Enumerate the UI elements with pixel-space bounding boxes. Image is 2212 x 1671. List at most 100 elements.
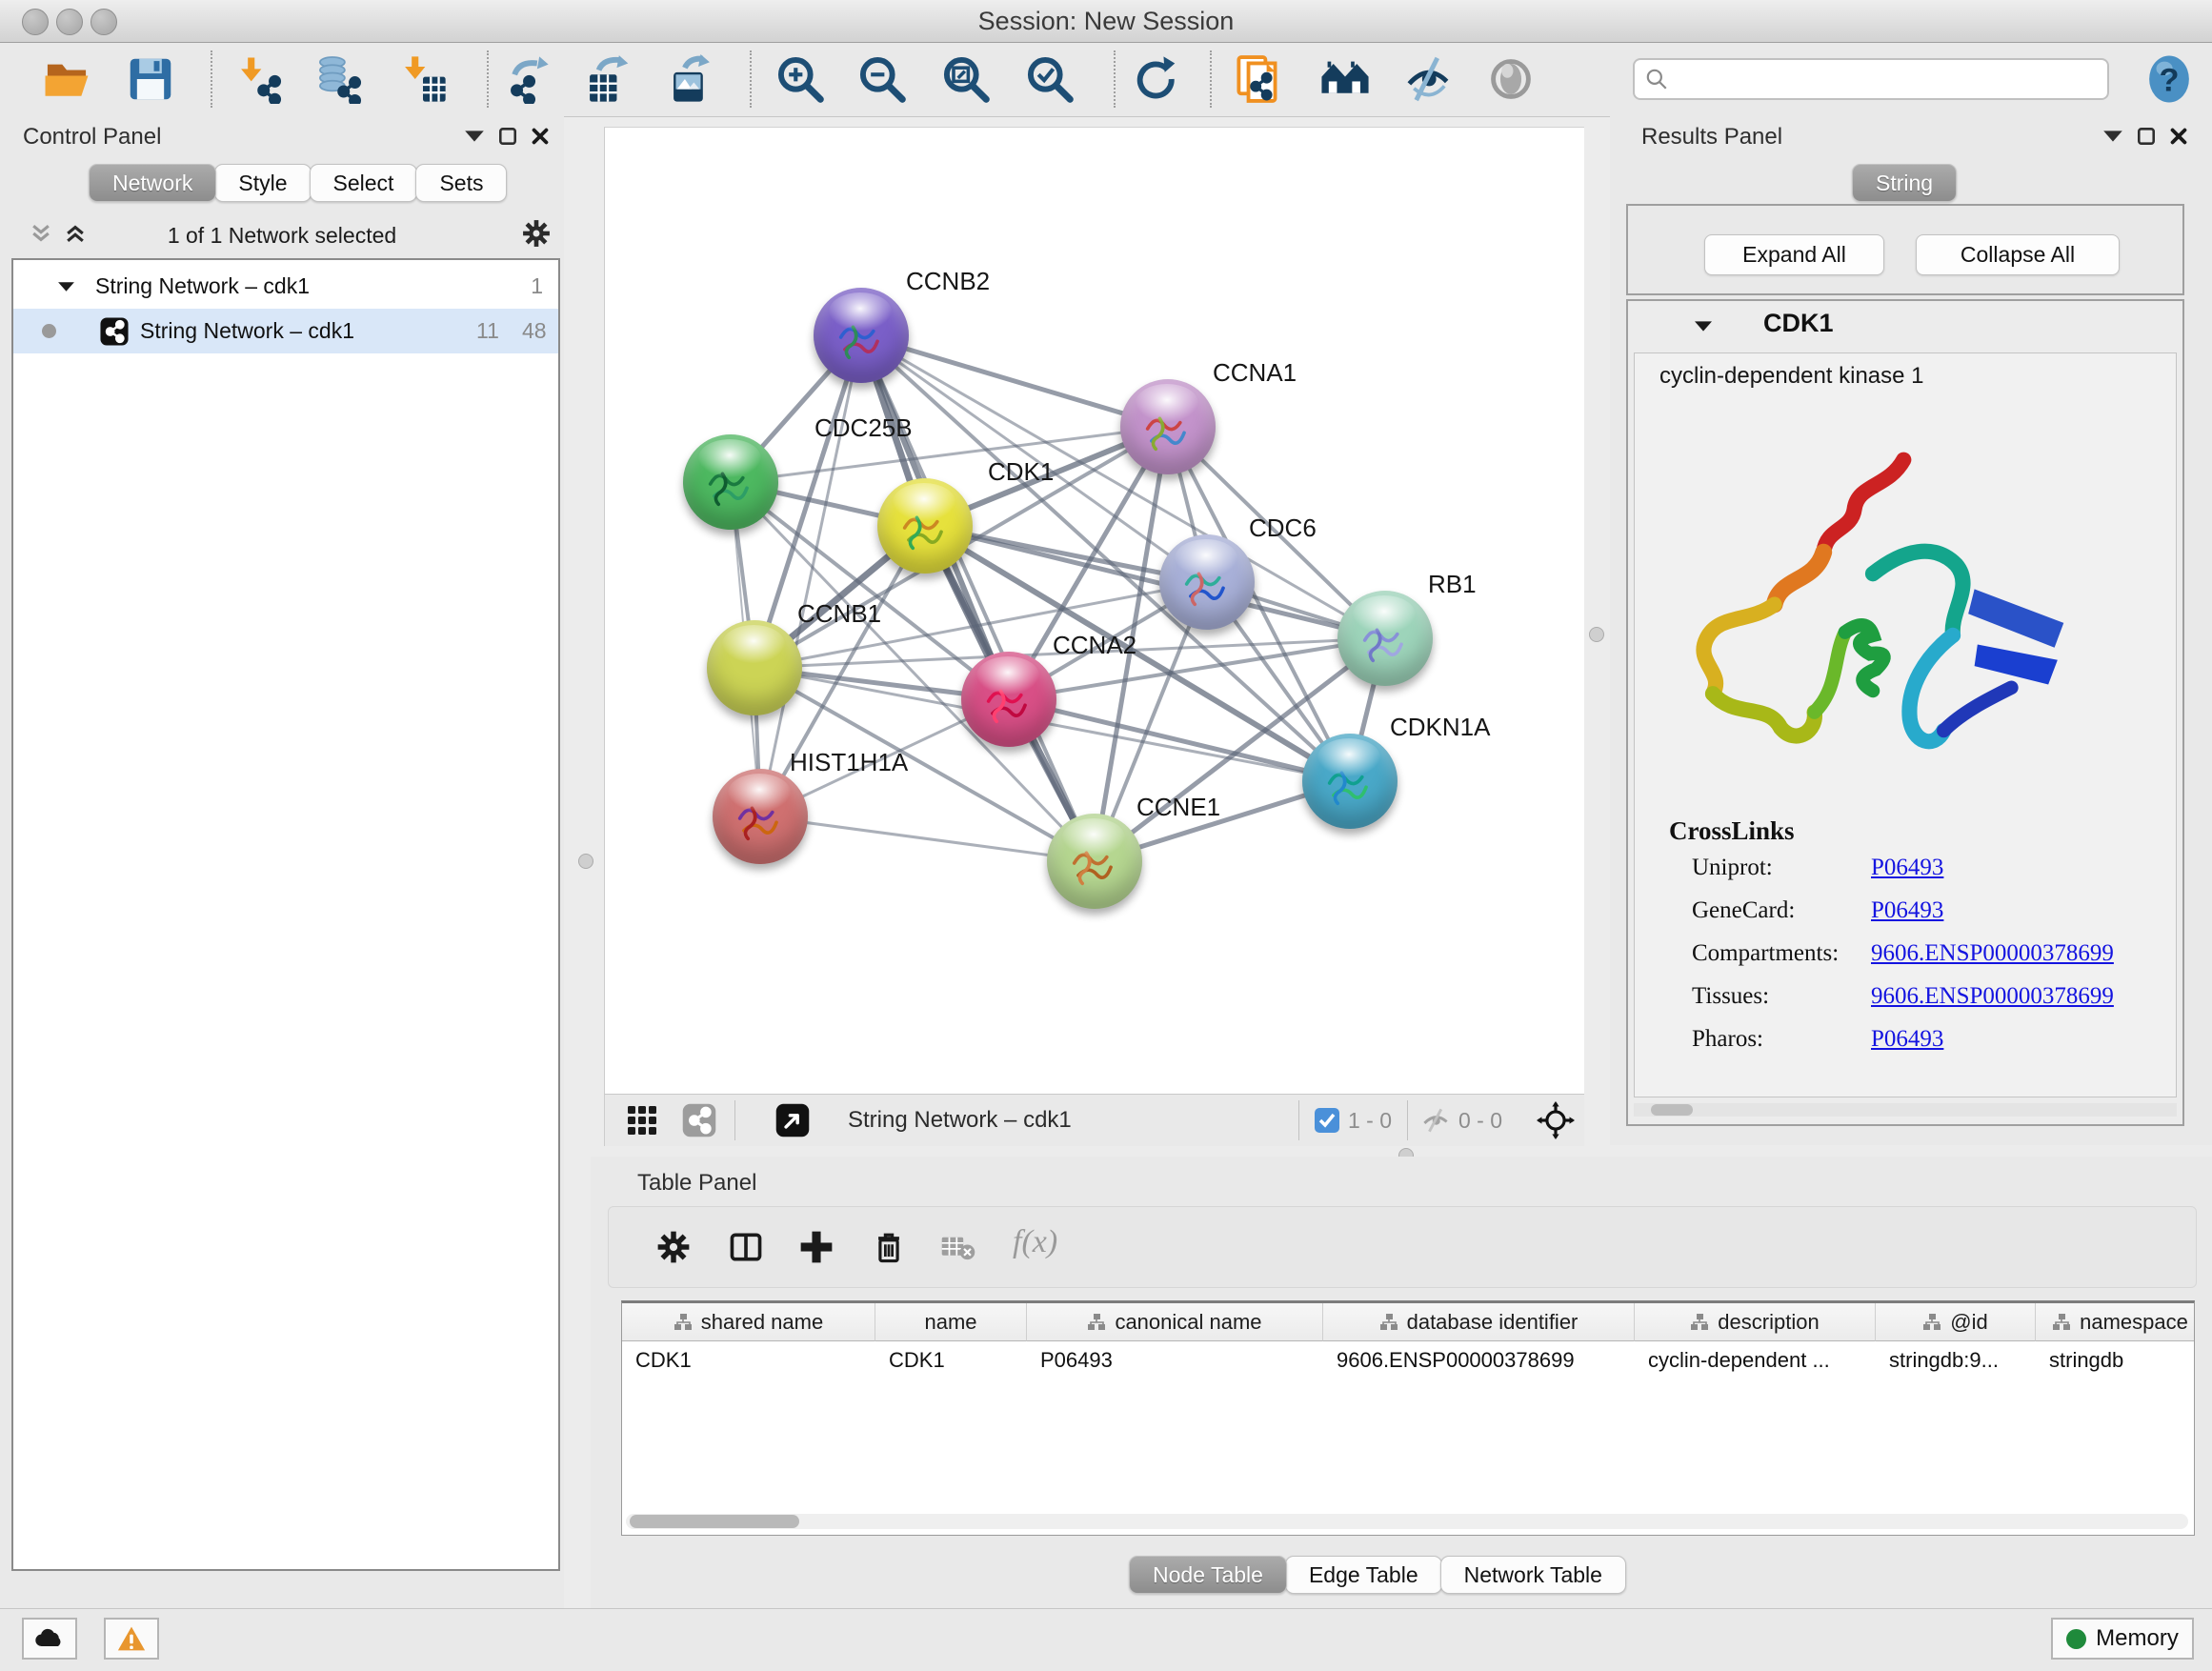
- search-input[interactable]: [1677, 66, 2107, 92]
- table-cell[interactable]: stringdb: [2036, 1341, 2195, 1379]
- column-header-database-identifier[interactable]: database identifier: [1323, 1303, 1635, 1341]
- table-toolbar: f(x): [608, 1206, 2197, 1288]
- section-collapse-icon[interactable]: [1695, 320, 1712, 332]
- table-cell[interactable]: P06493: [1027, 1341, 1323, 1379]
- maximize-panel-icon[interactable]: [2138, 128, 2155, 145]
- network-node-CCNB1[interactable]: [707, 620, 802, 715]
- section-scrollbar[interactable]: [1634, 1103, 2177, 1117]
- tab-sets[interactable]: Sets: [415, 164, 507, 202]
- table-cell[interactable]: CDK1: [622, 1341, 875, 1379]
- float-panel-icon[interactable]: [465, 130, 484, 143]
- network-view-canvas[interactable]: CCNB2CCNA1CDC25BCDK1CDC6RB1CCNB1CCNA2CDK…: [604, 127, 1584, 1095]
- zoom-out-icon[interactable]: [855, 52, 909, 106]
- hidden-items-icon[interactable]: [1420, 1105, 1451, 1140]
- warning-status-button[interactable]: [104, 1618, 159, 1660]
- collapse-all-button[interactable]: Collapse All: [1916, 234, 2120, 275]
- splitter-handle[interactable]: [1589, 627, 1604, 642]
- column-header-@id[interactable]: @id: [1876, 1303, 2036, 1341]
- export-image-icon[interactable]: [665, 52, 718, 106]
- toolbar-separator: [1114, 50, 1116, 108]
- crosslink-link[interactable]: 9606.ENSP00000378699: [1871, 983, 2114, 1010]
- zoom-in-icon[interactable]: [774, 52, 827, 106]
- network-node-CDC25B[interactable]: [683, 434, 778, 530]
- column-header-description[interactable]: description: [1635, 1303, 1876, 1341]
- zoom-fit-icon[interactable]: [939, 52, 993, 106]
- column-header-namespace[interactable]: namespace: [2036, 1303, 2195, 1341]
- save-session-icon[interactable]: [124, 52, 177, 106]
- column-header-canonical-name[interactable]: canonical name: [1027, 1303, 1323, 1341]
- import-string-network-icon[interactable]: [1233, 52, 1286, 106]
- show-all-icon[interactable]: [1318, 52, 1372, 106]
- network-node-CDKN1A[interactable]: [1302, 734, 1398, 829]
- network-node-CDC6[interactable]: [1159, 534, 1255, 630]
- tab-network[interactable]: Network: [89, 164, 216, 202]
- apply-function-icon[interactable]: f(x): [1013, 1224, 1057, 1260]
- network-node-RB1[interactable]: [1337, 591, 1433, 686]
- table-settings-gear-icon[interactable]: [654, 1228, 693, 1271]
- cloud-status-button[interactable]: [22, 1618, 77, 1660]
- splitter-handle[interactable]: [578, 854, 593, 869]
- tab-network-table[interactable]: Network Table: [1440, 1556, 1626, 1594]
- import-table-file-icon[interactable]: [396, 52, 450, 106]
- table-cell[interactable]: cyclin-dependent ...: [1635, 1341, 1876, 1379]
- network-node-CCNB2[interactable]: [814, 288, 909, 383]
- network-node-CCNA1[interactable]: [1120, 379, 1216, 474]
- search-field[interactable]: [1633, 58, 2109, 100]
- create-column-icon[interactable]: [797, 1228, 835, 1271]
- network-node-HIST1H1A[interactable]: [713, 769, 808, 864]
- close-panel-icon[interactable]: [2170, 128, 2187, 145]
- column-header-shared-name[interactable]: shared name: [622, 1303, 875, 1341]
- table-horizontal-scrollbar[interactable]: [626, 1514, 2188, 1529]
- show-columns-icon[interactable]: [727, 1228, 765, 1271]
- tab-edge-table[interactable]: Edge Table: [1285, 1556, 1442, 1594]
- birdseye-view-icon[interactable]: [774, 1102, 811, 1143]
- grid-view-icon[interactable]: [626, 1104, 658, 1141]
- tab-style[interactable]: Style: [214, 164, 311, 202]
- toggle-visibility-icon[interactable]: [1484, 52, 1538, 106]
- expand-all-button[interactable]: Expand All: [1704, 234, 1884, 275]
- tree-expand-icon[interactable]: [58, 281, 74, 292]
- node-label-CCNB1: CCNB1: [797, 599, 881, 629]
- cloud-icon: [34, 1627, 65, 1650]
- selected-nodes-checkbox[interactable]: [1314, 1107, 1340, 1138]
- network-node-CCNA2[interactable]: [961, 652, 1056, 747]
- float-panel-icon[interactable]: [2103, 130, 2122, 143]
- tab-select[interactable]: Select: [310, 164, 418, 202]
- column-header-name[interactable]: name: [875, 1303, 1027, 1341]
- table-cell[interactable]: stringdb:9...: [1876, 1341, 2036, 1379]
- footer-separator: [1298, 1100, 1299, 1140]
- crosslink-link[interactable]: P06493: [1871, 855, 1943, 881]
- window-title: Session: New Session: [0, 7, 2212, 36]
- table-cell[interactable]: 9606.ENSP00000378699: [1323, 1341, 1635, 1379]
- table-cell[interactable]: CDK1: [875, 1341, 1027, 1379]
- column-type-icon: [674, 1313, 693, 1332]
- open-session-icon[interactable]: [40, 52, 93, 106]
- tab-string[interactable]: String: [1852, 164, 1957, 202]
- memory-status-button[interactable]: Memory: [2051, 1618, 2194, 1660]
- delete-table-icon[interactable]: [940, 1234, 976, 1267]
- network-node-CCNE1[interactable]: [1047, 814, 1142, 909]
- node-label-CDC25B: CDC25B: [814, 413, 913, 443]
- tab-node-table[interactable]: Node Table: [1129, 1556, 1287, 1594]
- crosslink-link[interactable]: 9606.ENSP00000378699: [1871, 940, 2114, 967]
- node-table[interactable]: shared namenamecanonical namedatabase id…: [621, 1300, 2195, 1536]
- network-row[interactable]: String Network – cdk1 11 48: [13, 309, 558, 353]
- pan-crosshair-icon[interactable]: [1537, 1101, 1575, 1144]
- hide-selected-icon[interactable]: [1401, 52, 1455, 106]
- export-network-icon[interactable]: [499, 52, 553, 106]
- delete-column-icon[interactable]: [870, 1228, 908, 1271]
- export-table-icon[interactable]: [581, 52, 634, 106]
- crosslink-link[interactable]: P06493: [1871, 897, 1943, 924]
- zoom-selected-icon[interactable]: [1023, 52, 1076, 106]
- network-options-gear-icon[interactable]: [520, 217, 553, 254]
- crosslink-link[interactable]: P06493: [1871, 1026, 1943, 1053]
- import-network-file-icon[interactable]: [232, 52, 286, 106]
- close-panel-icon[interactable]: [532, 128, 549, 145]
- help-icon[interactable]: ?: [2142, 52, 2196, 106]
- network-node-CDK1[interactable]: [877, 478, 973, 574]
- apply-layout-icon[interactable]: [1128, 52, 1181, 106]
- maximize-panel-icon[interactable]: [499, 128, 516, 145]
- network-share-view-icon[interactable]: [681, 1102, 717, 1143]
- import-network-database-icon[interactable]: [312, 52, 366, 106]
- network-collection-row[interactable]: String Network – cdk1 1: [13, 264, 558, 309]
